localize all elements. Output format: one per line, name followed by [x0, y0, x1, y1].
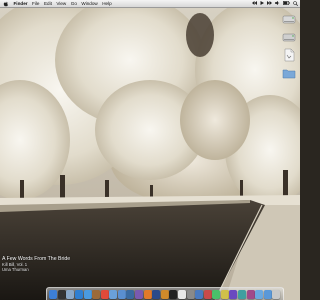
play-icon[interactable] — [260, 1, 264, 6]
iphoto-icon[interactable] — [126, 289, 135, 299]
ichat-icon[interactable] — [83, 289, 92, 299]
document-icon[interactable] — [282, 48, 296, 62]
illustrator-icon[interactable] — [160, 289, 169, 299]
address-book-icon[interactable] — [92, 289, 101, 299]
app-icon[interactable] — [229, 289, 238, 299]
textedit-icon[interactable] — [177, 289, 186, 299]
desktop-wallpaper — [0, 0, 300, 300]
menu-file[interactable]: File — [32, 0, 39, 7]
dashboard-icon[interactable] — [57, 289, 66, 299]
app-icon[interactable] — [246, 289, 255, 299]
menu-edit[interactable]: Edit — [44, 0, 52, 7]
menu-extras — [252, 0, 299, 7]
now-playing-info: A Few Words From The Bride Kill Bill, Vo… — [2, 256, 70, 272]
volume-icon[interactable] — [275, 1, 280, 6]
firefox-icon[interactable] — [143, 289, 152, 299]
menu-help[interactable]: Help — [102, 0, 111, 7]
next-track-icon[interactable] — [267, 1, 272, 6]
drive-icon[interactable] — [282, 30, 296, 44]
app-icon[interactable] — [220, 289, 229, 299]
finder-icon[interactable] — [49, 289, 58, 299]
ical-icon[interactable] — [100, 289, 109, 299]
itunes-icon[interactable] — [117, 289, 126, 299]
battery-icon[interactable] — [283, 1, 290, 6]
menu-finder[interactable]: Finder — [14, 0, 28, 7]
menu-items: Finder File Edit View Go Window Help — [9, 0, 112, 7]
trash-icon[interactable] — [272, 289, 281, 299]
artist-name: Uma Thurman — [2, 267, 29, 272]
terminal-icon[interactable] — [169, 289, 178, 299]
quicktime-icon[interactable] — [195, 289, 204, 299]
photoshop-icon[interactable] — [152, 289, 161, 299]
drive-icon[interactable] — [282, 12, 296, 26]
menu-go[interactable]: Go — [71, 0, 77, 7]
app-icon[interactable] — [212, 289, 221, 299]
previous-track-icon[interactable] — [252, 1, 257, 6]
app-icon[interactable] — [238, 289, 246, 299]
menu-bar: Finder File Edit View Go Window Help — [0, 0, 300, 8]
imovie-icon[interactable] — [135, 289, 144, 299]
mail-icon[interactable] — [66, 289, 75, 299]
safari-icon[interactable] — [75, 289, 84, 299]
folder-icon[interactable] — [282, 66, 296, 80]
app-icon[interactable] — [203, 289, 212, 299]
menu-view[interactable]: View — [56, 0, 66, 7]
preview-icon[interactable] — [109, 289, 118, 299]
documents-folder-icon[interactable] — [255, 289, 264, 299]
downloads-folder-icon[interactable] — [263, 289, 272, 299]
spotlight-icon[interactable] — [293, 0, 299, 7]
desktop[interactable]: Finder File Edit View Go Window Help A F… — [0, 0, 300, 300]
system-preferences-icon[interactable] — [186, 289, 195, 299]
menu-window[interactable]: Window — [81, 0, 97, 7]
dock — [46, 287, 284, 300]
